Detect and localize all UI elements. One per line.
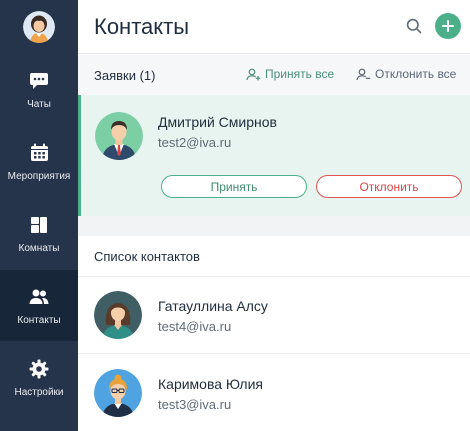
requests-header: Заявки (1) Принять все Отклонить все — [78, 55, 470, 95]
add-contact-button[interactable] — [435, 13, 461, 39]
section-divider — [78, 216, 470, 236]
contacts-list-header: Список контактов — [78, 236, 470, 277]
avatar — [95, 112, 143, 160]
calendar-icon — [28, 142, 50, 164]
sidebar: Чаты Мероприятия Комнаты Контакты Настро… — [0, 0, 78, 431]
plus-icon — [442, 20, 454, 32]
contact-name: Каримова Юлия — [158, 376, 263, 392]
remove-user-icon — [356, 68, 371, 80]
sidebar-item-label: Контакты — [17, 314, 61, 326]
sidebar-item-label: Комнаты — [18, 242, 60, 254]
contact-email: test4@iva.ru — [158, 319, 232, 334]
search-button[interactable] — [404, 16, 424, 36]
list-item[interactable]: Гатауллина Алсу test4@iva.ru — [78, 277, 470, 354]
sidebar-item-events[interactable]: Мероприятия — [0, 126, 78, 197]
sidebar-item-settings[interactable]: Настройки — [0, 342, 78, 413]
accept-all-button[interactable]: Принять все — [246, 67, 334, 81]
add-user-icon — [246, 68, 261, 80]
request-email: test2@iva.ru — [158, 135, 232, 150]
gear-icon — [28, 358, 50, 380]
request-name: Дмитрий Смирнов — [158, 114, 277, 130]
sidebar-item-chats[interactable]: Чаты — [0, 54, 78, 125]
chat-icon — [28, 70, 50, 92]
user-avatar-wrap — [0, 0, 78, 54]
accept-button[interactable]: Принять — [161, 175, 307, 198]
requests-title: Заявки (1) — [94, 68, 156, 83]
search-icon — [406, 18, 422, 34]
page-title: Контакты — [94, 14, 190, 39]
contact-name: Гатауллина Алсу — [158, 298, 268, 314]
list-item[interactable]: Каримова Юлия test3@iva.ru — [78, 355, 470, 431]
avatar — [94, 291, 142, 339]
contacts-list-title: Список контактов — [94, 249, 200, 264]
sidebar-item-label: Настройки — [14, 386, 64, 398]
sidebar-item-rooms[interactable]: Комнаты — [0, 198, 78, 269]
request-card: Дмитрий Смирнов test2@iva.ru Принять Отк… — [78, 95, 470, 216]
rooms-icon — [28, 214, 50, 236]
contact-email: test3@iva.ru — [158, 397, 232, 412]
contacts-icon — [28, 286, 50, 308]
sidebar-item-label: Мероприятия — [7, 170, 71, 182]
sidebar-item-label: Чаты — [27, 98, 51, 110]
avatar — [94, 369, 142, 417]
page-header: Контакты — [78, 0, 470, 54]
reject-all-button[interactable]: Отклонить все — [356, 67, 456, 81]
reject-all-label: Отклонить все — [375, 67, 457, 81]
reject-button[interactable]: Отклонить — [316, 175, 462, 198]
user-avatar[interactable] — [23, 11, 55, 43]
accept-all-label: Принять все — [265, 67, 335, 81]
sidebar-item-contacts[interactable]: Контакты — [0, 270, 78, 341]
